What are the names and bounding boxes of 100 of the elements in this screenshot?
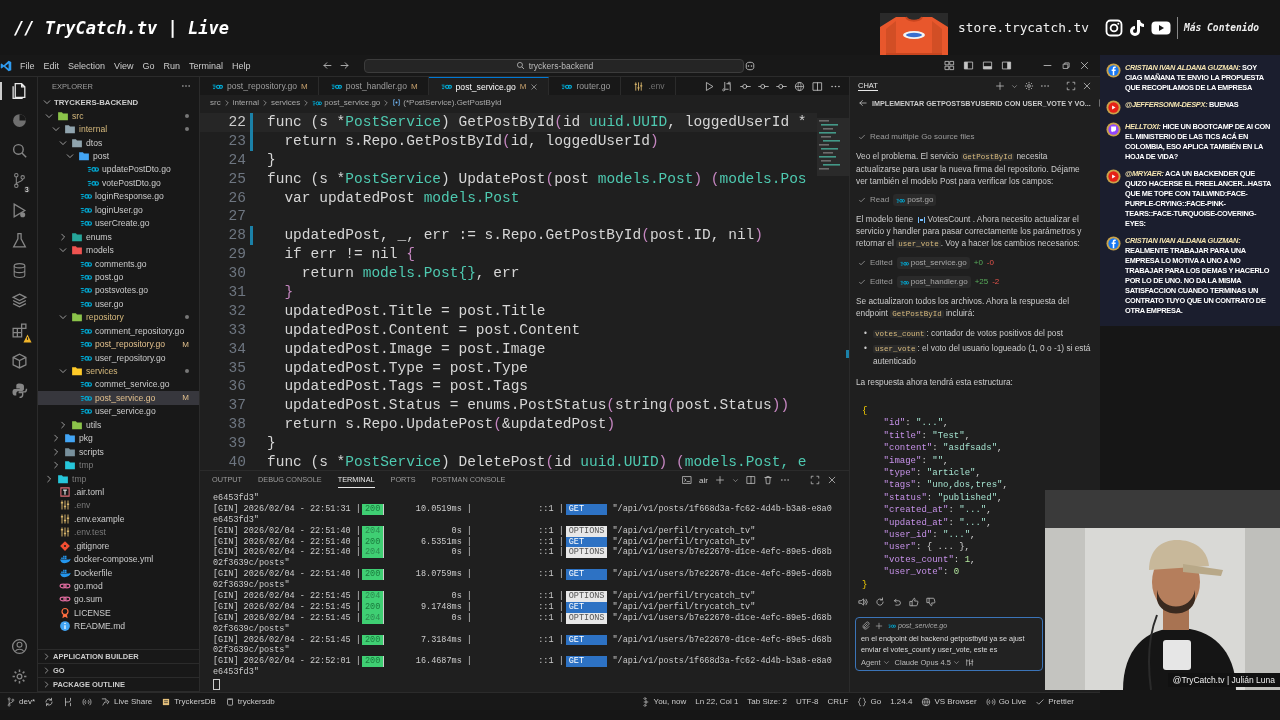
panel-toggle-icon[interactable]: [982, 60, 993, 71]
file-link[interactable]: post.go: [893, 194, 937, 206]
status-item[interactable]: VS Browser: [921, 696, 977, 707]
layout-icon[interactable]: [944, 60, 955, 71]
editor-tab[interactable]: post_service.go M: [428, 77, 550, 95]
tree-item[interactable]: post: [38, 149, 199, 163]
file-link[interactable]: post_service.go: [896, 257, 970, 269]
status-item[interactable]: dev*: [6, 696, 35, 707]
status-item[interactable]: You, now: [640, 696, 687, 707]
menu-item[interactable]: Terminal: [188, 59, 223, 72]
account-icon[interactable]: [11, 638, 28, 655]
tree-item[interactable]: LICENSE: [38, 606, 199, 620]
run-debug-icon[interactable]: [11, 202, 28, 219]
tree-item[interactable]: post_repository.go M: [38, 337, 199, 351]
menu-item[interactable]: File: [20, 59, 35, 72]
extensions-icon[interactable]: [11, 322, 28, 339]
database-icon[interactable]: [11, 262, 28, 279]
close-icon[interactable]: [530, 82, 539, 91]
tree-item[interactable]: scripts: [38, 444, 199, 459]
attach-icon[interactable]: [861, 621, 870, 631]
status-item[interactable]: CRLF: [827, 697, 849, 706]
tree-item[interactable]: src: [38, 109, 199, 123]
close-icon[interactable]: [1079, 60, 1090, 71]
command-search-field[interactable]: tryckers-backend: [364, 58, 745, 73]
editor-tab[interactable]: post_repository.go M: [200, 77, 319, 95]
status-item[interactable]: Tab Size: 2: [747, 697, 787, 706]
explorer-icon[interactable]: [11, 82, 28, 99]
tree-item[interactable]: README.md: [38, 619, 199, 634]
trash-icon[interactable]: [763, 475, 773, 485]
compare-icon[interactable]: [722, 80, 733, 92]
tree-item[interactable]: user_service.go: [38, 404, 199, 419]
tree-item[interactable]: loginUser.go: [38, 203, 199, 217]
tree-item[interactable]: go.mod: [38, 579, 199, 593]
tree-item[interactable]: post_service.go M: [38, 391, 199, 405]
terminal-icon[interactable]: [682, 475, 693, 485]
status-icon-button[interactable]: [44, 696, 54, 707]
sidebar-toggle-icon[interactable]: [963, 60, 974, 71]
forward-icon[interactable]: [339, 60, 351, 71]
copilot-icon[interactable]: [744, 59, 757, 72]
run-icon[interactable]: [704, 80, 715, 92]
secondary-sidebar-icon[interactable]: [1001, 60, 1012, 71]
breadcrumb-item[interactable]: internal: [232, 98, 259, 107]
editor-tab[interactable]: post_handler.go M: [318, 77, 429, 95]
tools-icon[interactable]: [964, 658, 974, 668]
breadcrumb-item[interactable]: services: [270, 98, 301, 107]
status-icon-button[interactable]: [63, 696, 73, 707]
close-icon[interactable]: [827, 475, 837, 485]
tree-item[interactable]: .env.example: [38, 512, 199, 526]
preview-icon[interactable]: [794, 80, 805, 92]
tree-item[interactable]: .gitignore: [38, 539, 199, 553]
tree-item[interactable]: tmp: [38, 471, 199, 486]
undo-icon[interactable]: [892, 597, 902, 608]
tree-item[interactable]: votePostDto.go: [38, 176, 199, 190]
tree-item[interactable]: loginResponse.go: [38, 189, 199, 204]
tree-item[interactable]: internal: [38, 122, 199, 136]
new-chat-icon[interactable]: [995, 81, 1005, 91]
breadcrumb-item[interactable]: (*PostService).GetPostById: [403, 98, 502, 107]
add-icon[interactable]: [715, 475, 725, 485]
back-icon[interactable]: [322, 60, 334, 71]
settings-icon[interactable]: [11, 668, 28, 685]
caret-icon[interactable]: [732, 476, 739, 484]
tree-item[interactable]: go.sum: [38, 592, 199, 607]
status-icon-button[interactable]: [82, 696, 92, 707]
menu-item[interactable]: Help: [231, 59, 251, 72]
close-icon[interactable]: [1082, 81, 1092, 91]
tree-item[interactable]: docker-compose.yml: [38, 552, 199, 566]
tree-item[interactable]: enums: [38, 229, 199, 244]
tree-item[interactable]: .env.test: [38, 525, 199, 539]
editor-tab[interactable]: .env: [621, 77, 676, 95]
tree-item[interactable]: repository: [38, 310, 199, 324]
package-icon[interactable]: [11, 352, 28, 369]
retry-icon[interactable]: [875, 597, 885, 608]
status-item[interactable]: Go: [857, 696, 882, 707]
flask-icon[interactable]: [11, 232, 28, 249]
source-control-icon[interactable]: [11, 172, 28, 189]
status-item[interactable]: 1.24.4: [890, 697, 913, 706]
menu-item[interactable]: Selection: [68, 59, 106, 72]
tree-item[interactable]: models: [38, 243, 199, 257]
tree-item[interactable]: updatePostDto.go: [38, 162, 199, 177]
tree-item[interactable]: user_repository.go: [38, 350, 199, 365]
tree-item[interactable]: pkg: [38, 431, 199, 445]
search-icon[interactable]: [11, 142, 28, 159]
settings-icon[interactable]: [1024, 81, 1034, 91]
tree-item[interactable]: comment_repository.go: [38, 324, 199, 338]
menu-item[interactable]: Go: [142, 59, 155, 72]
menu-item[interactable]: View: [114, 59, 134, 72]
back-icon[interactable]: [858, 98, 868, 108]
split-icon[interactable]: [746, 475, 756, 485]
tree-item[interactable]: postsvotes.go: [38, 283, 199, 298]
restore-icon[interactable]: [1061, 60, 1071, 71]
thumbs-up-icon[interactable]: [909, 597, 919, 608]
editor-tab[interactable]: router.go: [549, 77, 622, 95]
tree-item[interactable]: commet_service.go: [38, 377, 199, 392]
tree-item[interactable]: utils: [38, 418, 199, 432]
tree-item[interactable]: userCreate.go: [38, 216, 199, 230]
tree-item[interactable]: .env: [38, 498, 199, 513]
status-item[interactable]: tryckersdb: [224, 696, 275, 707]
pie-chart-icon[interactable]: [11, 112, 28, 129]
speaker-icon[interactable]: [858, 597, 868, 608]
status-item[interactable]: Ln 22, Col 1: [695, 697, 739, 706]
